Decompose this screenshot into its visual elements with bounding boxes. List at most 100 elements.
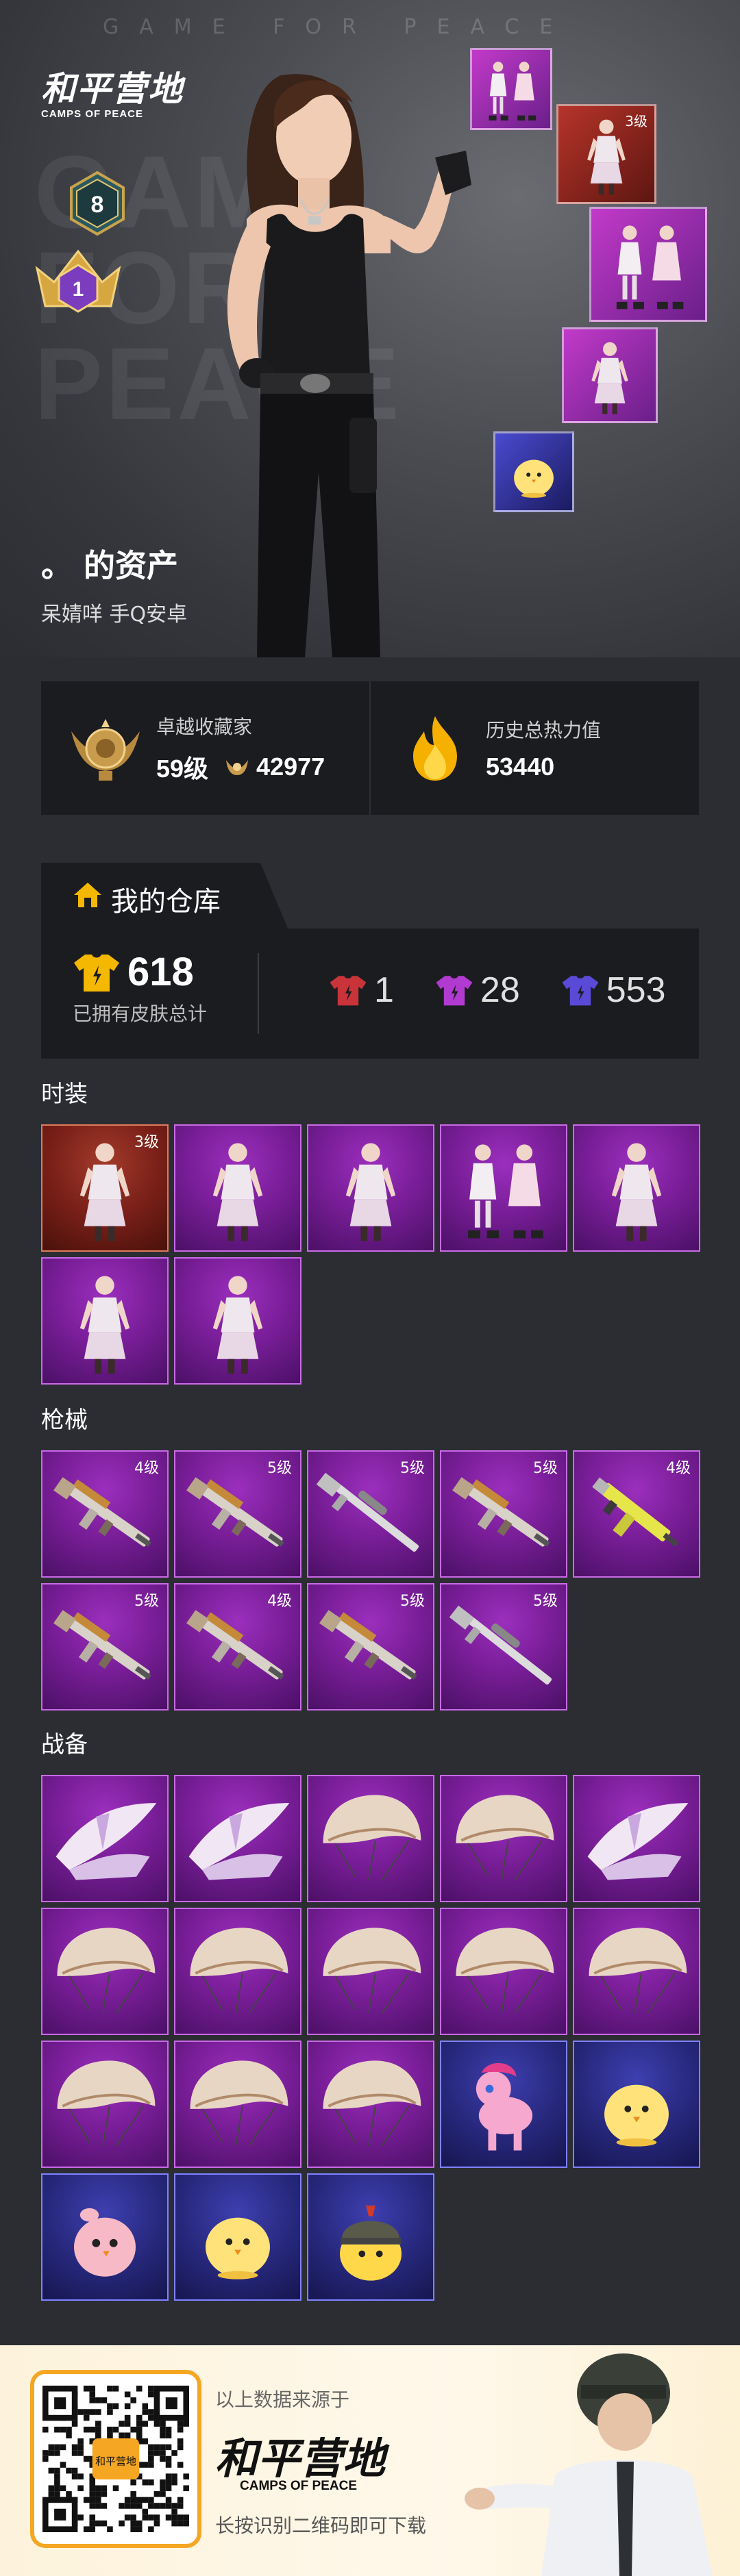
gun-skin-item[interactable]: 4级 bbox=[41, 1450, 169, 1578]
heat-value: 53440 bbox=[486, 752, 555, 781]
fashion-item[interactable] bbox=[307, 1124, 434, 1252]
guns-section-title: 枪械 bbox=[41, 1406, 88, 1434]
fashion-item[interactable] bbox=[573, 1124, 700, 1252]
divider bbox=[258, 953, 259, 1034]
chick-helmet-icon bbox=[339, 2206, 402, 2281]
parachute-icon bbox=[190, 1928, 288, 2014]
chick-icon bbox=[206, 2217, 270, 2280]
download-footer: 和平营地 以上数据来源于 和平营地 CAMPS OF PEACE 长按识别二维码… bbox=[0, 2345, 740, 2576]
footer-source-text: 以上数据来源于 bbox=[215, 2388, 350, 2411]
footer-logo-title: 和平营地 bbox=[215, 2434, 386, 2484]
gear-item[interactable] bbox=[440, 1775, 567, 1902]
blue-shirt-icon bbox=[562, 976, 599, 1006]
fashion-item[interactable] bbox=[41, 1257, 169, 1385]
featured-skin-item[interactable] bbox=[589, 207, 707, 322]
fashion-item[interactable] bbox=[174, 1257, 301, 1385]
gun-skin-item[interactable]: 5级 bbox=[440, 1450, 567, 1578]
gear-item[interactable] bbox=[174, 1908, 301, 2035]
item-level: 5级 bbox=[533, 1593, 558, 1610]
gear-item[interactable] bbox=[440, 1908, 567, 2035]
item-level: 5级 bbox=[533, 1460, 558, 1477]
featured-skin-item[interactable]: 3级 bbox=[556, 104, 656, 204]
character-illustration bbox=[227, 74, 471, 657]
gear-grid bbox=[41, 1775, 700, 2306]
item-level: 3级 bbox=[625, 113, 648, 129]
gear-item[interactable] bbox=[307, 1908, 434, 2035]
glider-icon bbox=[188, 1803, 290, 1880]
owner-account: 呆婧咩 手Q安卓 bbox=[41, 603, 188, 627]
hero-watermark: GAME FOR PEACE bbox=[103, 15, 574, 39]
gear-item[interactable] bbox=[41, 1908, 169, 2035]
gun-skin-item[interactable]: 5级 bbox=[41, 1583, 169, 1710]
item-level: 5级 bbox=[400, 1460, 425, 1477]
red-skin-count: 1 bbox=[329, 970, 394, 1011]
parachute-icon bbox=[190, 2060, 288, 2147]
footer-hint-text: 长按识别二维码即可下载 bbox=[215, 2514, 427, 2537]
gear-item[interactable] bbox=[573, 1908, 700, 2035]
svg-text:1: 1 bbox=[73, 278, 84, 301]
outfit-icon bbox=[212, 1143, 263, 1241]
gear-item[interactable] bbox=[440, 2041, 567, 2168]
collector-title: 卓越收藏家 bbox=[156, 715, 253, 738]
gear-item[interactable] bbox=[573, 1775, 700, 1902]
parachute-icon bbox=[456, 1928, 554, 2014]
gear-item[interactable] bbox=[41, 2041, 169, 2168]
svg-text:和平营地: 和平营地 bbox=[95, 2455, 136, 2468]
parachute-icon bbox=[57, 2060, 156, 2147]
gun-skin-item[interactable]: 5级 bbox=[174, 1450, 301, 1578]
gear-item[interactable] bbox=[174, 2041, 301, 2168]
warehouse-tab-label: 我的仓库 bbox=[111, 886, 221, 918]
featured-skin-item[interactable] bbox=[562, 327, 658, 423]
outfit-icon bbox=[345, 1143, 396, 1241]
gold-shirt-icon bbox=[74, 954, 119, 992]
blue-skin-count: 553 bbox=[561, 970, 666, 1011]
qr-code-icon: 和平营地 bbox=[42, 2386, 189, 2532]
fashion-item[interactable]: 3级 bbox=[41, 1124, 169, 1252]
parachute-icon bbox=[456, 1795, 554, 1881]
gun-skin-item[interactable]: 5级 bbox=[307, 1583, 434, 1710]
featured-skin-item[interactable] bbox=[493, 431, 574, 512]
fashion-item[interactable] bbox=[440, 1124, 567, 1252]
gear-item[interactable] bbox=[41, 2173, 169, 2301]
item-level: 3级 bbox=[134, 1134, 159, 1151]
item-level: 4级 bbox=[134, 1460, 159, 1477]
skin-total: 618 已拥有皮肤总计 bbox=[73, 949, 207, 1026]
guns-grid: 4级 5级 5级 5级 4级 5级 4级 5级 5级 bbox=[41, 1450, 700, 1716]
outfit-icon bbox=[611, 1143, 662, 1241]
gear-item[interactable] bbox=[307, 1775, 434, 1902]
hero-banner: GAME FOR PEACE GAME FOR PEACE 和平营地 CAMPS… bbox=[0, 0, 740, 657]
gear-section-title: 战备 bbox=[41, 1731, 88, 1758]
gear-item[interactable] bbox=[307, 2041, 434, 2168]
glider-icon bbox=[56, 1803, 157, 1880]
chick-icon bbox=[514, 459, 554, 498]
parachute-icon bbox=[57, 1928, 156, 2014]
gear-item[interactable] bbox=[41, 1775, 169, 1902]
item-level: 5级 bbox=[400, 1593, 425, 1610]
download-qr-code[interactable]: 和平营地 bbox=[30, 2370, 201, 2548]
skin-total-label: 已拥有皮肤总计 bbox=[73, 1002, 208, 1025]
item-level: 5级 bbox=[267, 1460, 292, 1477]
gun-skin-item[interactable]: 4级 bbox=[174, 1583, 301, 1710]
fashion-section-title: 时装 bbox=[41, 1081, 88, 1108]
featured-skin-item[interactable] bbox=[470, 48, 552, 130]
red-shirt-icon bbox=[330, 976, 367, 1006]
collector-level: 59级 bbox=[156, 754, 209, 783]
gun-skin-item[interactable]: 5级 bbox=[307, 1450, 434, 1578]
house-icon bbox=[74, 883, 101, 907]
gun-skin-item[interactable]: 5级 bbox=[440, 1583, 567, 1710]
gear-item[interactable] bbox=[307, 2173, 434, 2301]
gear-item[interactable] bbox=[174, 1775, 301, 1902]
crown-badge-icon: 1 bbox=[35, 249, 121, 313]
heat-title: 历史总热力值 bbox=[486, 718, 602, 742]
glider-icon bbox=[587, 1803, 689, 1880]
gun-skin-item[interactable]: 4级 bbox=[573, 1450, 700, 1578]
stats-panel: 卓越收藏家 59级 42977 历史总热力值 53440 bbox=[41, 681, 699, 815]
gear-item[interactable] bbox=[174, 2173, 301, 2301]
outfit-icon bbox=[212, 1276, 263, 1374]
parachute-icon bbox=[323, 1795, 421, 1881]
parachute-icon bbox=[589, 1928, 687, 2014]
fire-icon bbox=[413, 716, 457, 781]
fashion-item[interactable] bbox=[174, 1124, 301, 1252]
gear-item[interactable] bbox=[573, 2041, 700, 2168]
svg-text:8: 8 bbox=[91, 192, 104, 218]
